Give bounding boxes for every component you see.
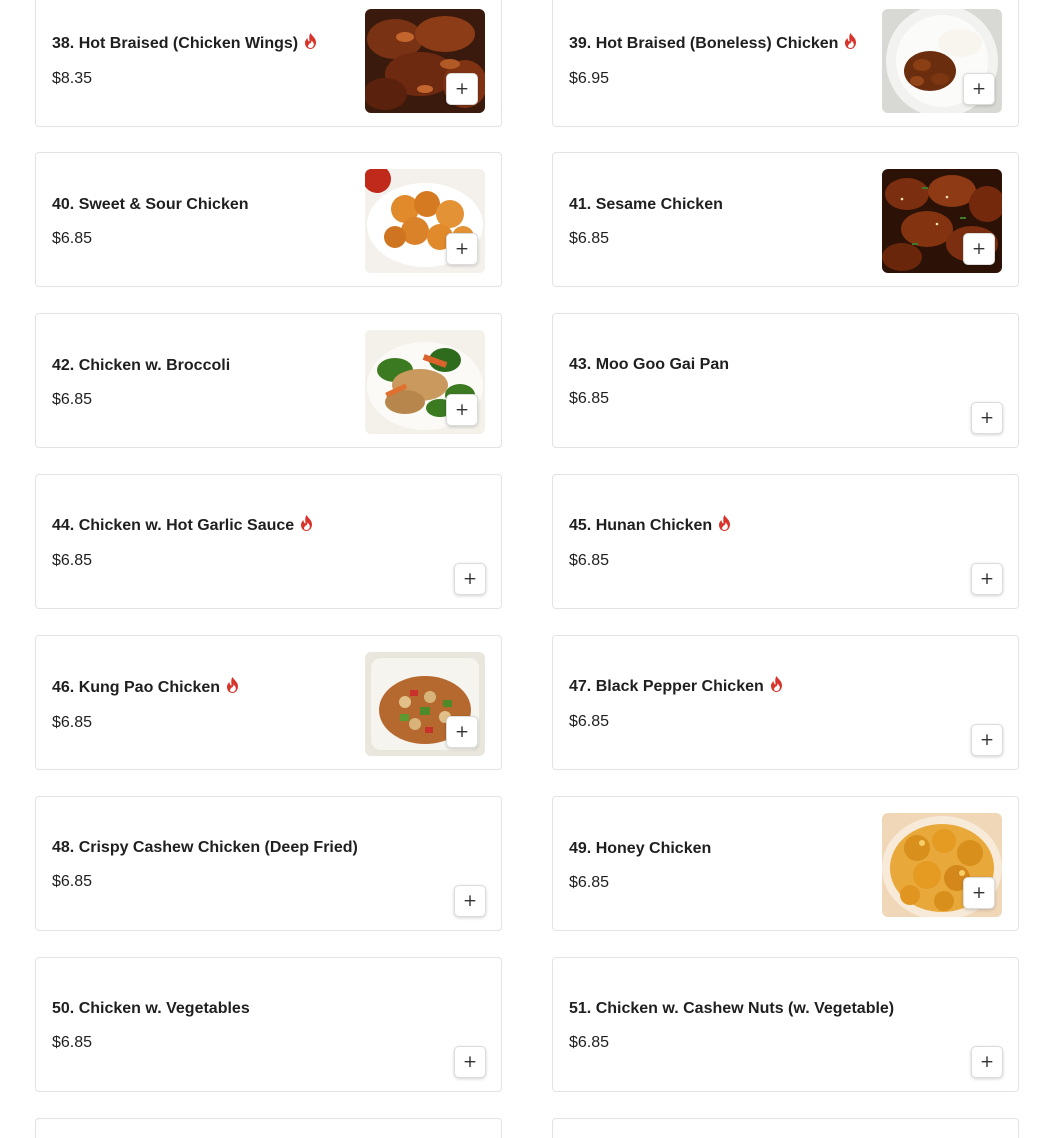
menu-item-card-partial	[35, 1118, 502, 1138]
menu-item-price: $6.85	[52, 391, 93, 408]
add-button[interactable]: +	[963, 73, 995, 105]
menu-item-price: $6.85	[569, 230, 610, 247]
flame-icon	[770, 676, 783, 692]
plus-icon: +	[454, 78, 470, 99]
menu-item-label: 40. Sweet & Sour Chicken	[52, 196, 249, 213]
flame-icon	[844, 33, 857, 49]
menu-item-price: $6.85	[569, 390, 610, 407]
menu-item-price: $6.85	[569, 1034, 610, 1051]
add-button[interactable]: +	[446, 233, 478, 265]
menu-item-card[interactable]: 44. Chicken w. Hot Garlic Sauce $6.85 +	[35, 474, 502, 609]
add-button[interactable]: +	[971, 1046, 1003, 1078]
menu-item-name: 49. Honey Chicken	[569, 840, 711, 858]
menu-item-name: 44. Chicken w. Hot Garlic Sauce	[52, 515, 313, 535]
menu-item-card[interactable]: 49. Honey Chicken $6.85 +	[552, 796, 1019, 931]
menu-item-name: 42. Chicken w. Broccoli	[52, 357, 230, 375]
flame-icon	[226, 677, 239, 693]
plus-icon: +	[454, 399, 470, 420]
menu-item-label: 51. Chicken w. Cashew Nuts (w. Vegetable…	[569, 1000, 895, 1017]
menu-item-card[interactable]: 38. Hot Braised (Chicken Wings) $8.35 +	[35, 0, 502, 127]
flame-icon	[300, 515, 313, 531]
menu-item-price: $6.85	[569, 552, 610, 569]
menu-item-label: 38. Hot Braised (Chicken Wings)	[52, 35, 299, 52]
menu-item-name: 47. Black Pepper Chicken	[569, 676, 783, 696]
menu-item-name: 43. Moo Goo Gai Pan	[569, 356, 729, 374]
menu-item-price: $6.85	[569, 713, 610, 730]
menu-item-card-partial	[552, 1118, 1019, 1138]
add-button[interactable]: +	[446, 394, 478, 426]
plus-icon: +	[971, 238, 987, 259]
menu-item-price: $6.85	[52, 873, 93, 890]
menu-item-name: 39. Hot Braised (Boneless) Chicken	[569, 33, 857, 53]
menu-item-price: $6.85	[569, 874, 610, 891]
menu-item-label: 42. Chicken w. Broccoli	[52, 357, 231, 374]
plus-icon: +	[979, 568, 995, 589]
menu-item-card[interactable]: 40. Sweet & Sour Chicken $6.85 +	[35, 152, 502, 287]
plus-icon: +	[462, 1051, 478, 1072]
menu-item-card[interactable]: 50. Chicken w. Vegetables $6.85 +	[35, 957, 502, 1092]
menu-item-card[interactable]: 43. Moo Goo Gai Pan $6.85 +	[552, 313, 1019, 448]
add-button[interactable]: +	[963, 233, 995, 265]
menu-item-label: 48. Crispy Cashew Chicken (Deep Fried)	[52, 839, 358, 856]
menu-item-name: 40. Sweet & Sour Chicken	[52, 196, 249, 214]
menu-item-label: 49. Honey Chicken	[569, 840, 712, 857]
menu-item-price: $6.85	[52, 230, 93, 247]
add-button[interactable]: +	[454, 885, 486, 917]
menu-item-label: 47. Black Pepper Chicken	[569, 678, 764, 695]
menu-item-label: 46. Kung Pao Chicken	[52, 679, 221, 696]
menu-grid: 38. Hot Braised (Chicken Wings) $8.35 + …	[0, 0, 1050, 1138]
menu-item-card[interactable]: 46. Kung Pao Chicken $6.85 +	[35, 635, 502, 770]
menu-item-label: 43. Moo Goo Gai Pan	[569, 356, 730, 373]
menu-item-label: 39. Hot Braised (Boneless) Chicken	[569, 35, 839, 52]
menu-item-label: 45. Hunan Chicken	[569, 517, 713, 534]
menu-item-name: 38. Hot Braised (Chicken Wings)	[52, 33, 317, 53]
plus-icon: +	[971, 882, 987, 903]
menu-item-price: $6.85	[52, 552, 93, 569]
add-button[interactable]: +	[446, 716, 478, 748]
menu-item-card[interactable]: 45. Hunan Chicken $6.85 +	[552, 474, 1019, 609]
add-button[interactable]: +	[963, 877, 995, 909]
menu-item-name: 45. Hunan Chicken	[569, 515, 731, 535]
menu-item-price: $6.95	[569, 70, 610, 87]
menu-item-name: 48. Crispy Cashew Chicken (Deep Fried)	[52, 839, 358, 857]
menu-item-card[interactable]: 51. Chicken w. Cashew Nuts (w. Vegetable…	[552, 957, 1019, 1092]
menu-item-card[interactable]: 47. Black Pepper Chicken $6.85 +	[552, 635, 1019, 770]
menu-item-label: 44. Chicken w. Hot Garlic Sauce	[52, 517, 295, 534]
menu-item-price: $6.85	[52, 1034, 93, 1051]
menu-item-card[interactable]: 39. Hot Braised (Boneless) Chicken $6.95…	[552, 0, 1019, 127]
plus-icon: +	[979, 729, 995, 750]
plus-icon: +	[979, 1051, 995, 1072]
menu-item-name: 50. Chicken w. Vegetables	[52, 1000, 250, 1018]
menu-item-name: 46. Kung Pao Chicken	[52, 677, 239, 697]
menu-item-price: $8.35	[52, 70, 93, 87]
plus-icon: +	[462, 568, 478, 589]
menu-item-price: $6.85	[52, 714, 93, 731]
plus-icon: +	[454, 721, 470, 742]
plus-icon: +	[971, 78, 987, 99]
add-button[interactable]: +	[454, 563, 486, 595]
add-button[interactable]: +	[971, 563, 1003, 595]
menu-item-label: 50. Chicken w. Vegetables	[52, 1000, 250, 1017]
menu-item-card[interactable]: 48. Crispy Cashew Chicken (Deep Fried) $…	[35, 796, 502, 931]
add-button[interactable]: +	[971, 724, 1003, 756]
menu-item-name: 41. Sesame Chicken	[569, 196, 723, 214]
menu-item-card[interactable]: 42. Chicken w. Broccoli $6.85 +	[35, 313, 502, 448]
add-button[interactable]: +	[454, 1046, 486, 1078]
add-button[interactable]: +	[971, 402, 1003, 434]
menu-item-name: 51. Chicken w. Cashew Nuts (w. Vegetable…	[569, 1000, 894, 1018]
plus-icon: +	[454, 238, 470, 259]
flame-icon	[304, 33, 317, 49]
menu-item-card[interactable]: 41. Sesame Chicken $6.85 +	[552, 152, 1019, 287]
menu-item-label: 41. Sesame Chicken	[569, 196, 723, 213]
flame-icon	[718, 515, 731, 531]
plus-icon: +	[462, 890, 478, 911]
add-button[interactable]: +	[446, 73, 478, 105]
plus-icon: +	[979, 407, 995, 428]
